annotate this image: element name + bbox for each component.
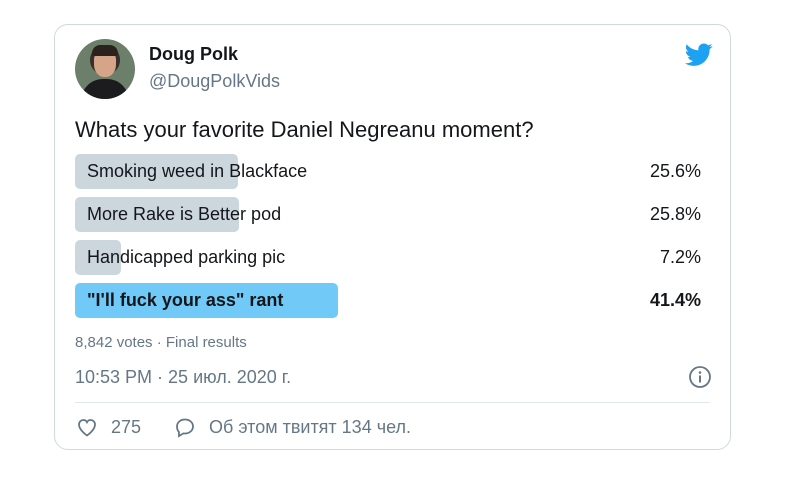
poll-option-label: Smoking weed in Blackface (87, 161, 308, 181)
talking-about-link[interactable]: Об этом твитят 134 чел. (209, 417, 411, 438)
poll-option: Handicapped parking pic 7.2% (75, 240, 701, 275)
avatar[interactable] (75, 39, 135, 99)
poll-meta: 8,842 votes · Final results (75, 334, 247, 351)
poll: Smoking weed in Blackface 25.6% More Rak… (75, 154, 701, 326)
poll-option-percent: 7.2% (659, 247, 701, 267)
tweet-timestamp[interactable]: 10:53 PM · 25 июл. 2020 г. (75, 367, 291, 388)
tweet-card: Doug Polk @DougPolkVids Whats your favor… (54, 24, 731, 450)
poll-option-label: More Rake is Better pod (87, 204, 282, 224)
author-name[interactable]: Doug Polk (149, 44, 238, 65)
author-handle[interactable]: @DougPolkVids (149, 71, 280, 92)
like-count[interactable]: 275 (111, 417, 141, 438)
tweet-text: Whats your favorite Daniel Negreanu mome… (75, 117, 534, 142)
poll-option-label: Handicapped parking pic (87, 247, 286, 267)
twitter-bird-icon[interactable] (685, 43, 713, 67)
tweet-actions: 275 Об этом твитят 134 чел. (75, 413, 411, 441)
poll-option-percent: 41.4% (649, 290, 701, 310)
poll-option: Smoking weed in Blackface 25.6% (75, 154, 701, 189)
heart-icon[interactable] (75, 415, 99, 439)
info-icon[interactable] (688, 365, 712, 389)
poll-option-percent: 25.6% (649, 161, 701, 181)
divider (75, 402, 710, 403)
poll-option-label: "I'll fuck your ass" rant (87, 290, 284, 310)
poll-option: More Rake is Better pod 25.8% (75, 197, 701, 232)
poll-option-winner: "I'll fuck your ass" rant 41.4% (75, 283, 701, 318)
poll-option-percent: 25.8% (649, 204, 701, 224)
reply-icon[interactable] (173, 415, 197, 439)
